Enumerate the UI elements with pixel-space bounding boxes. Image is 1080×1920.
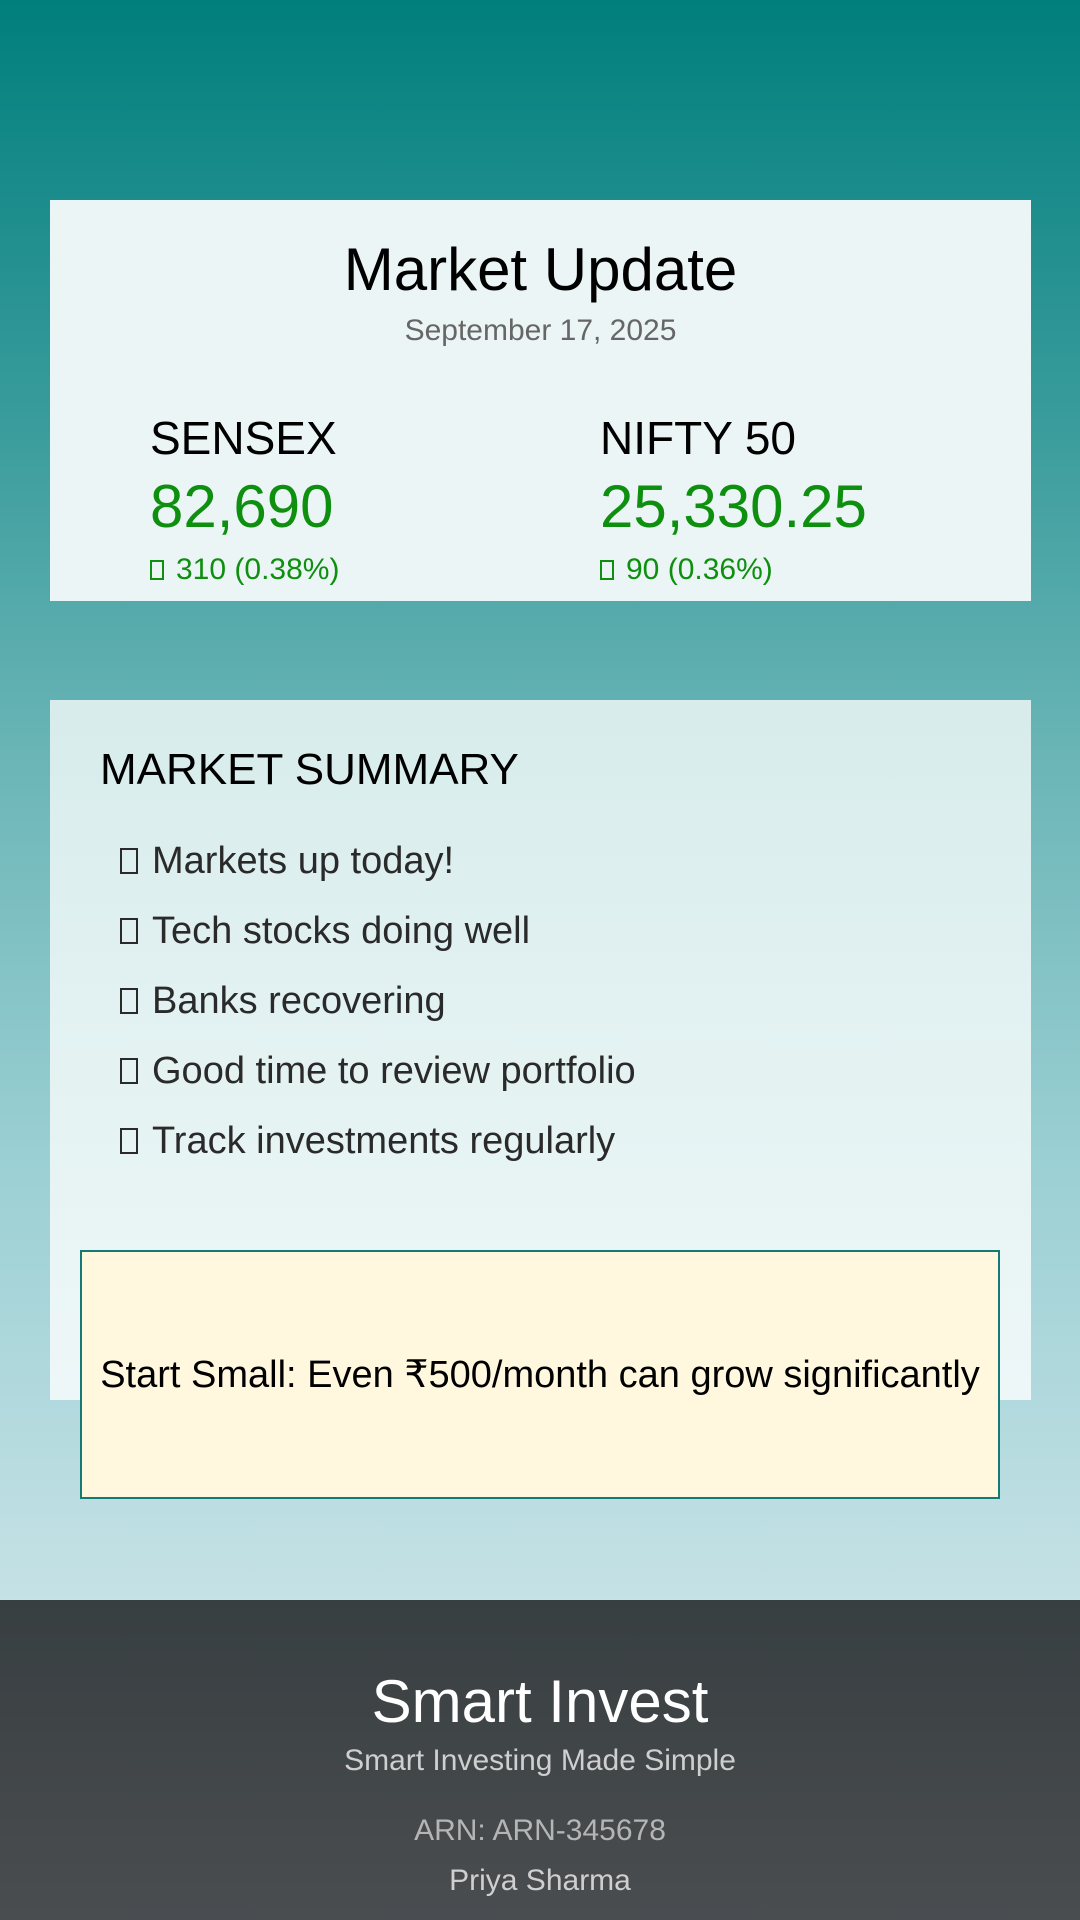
list-item-text: Good time to review portfolio	[152, 1049, 636, 1092]
list-item: Good time to review portfolio	[120, 1036, 636, 1106]
tip-text: Start Small: Even ₹500/month can grow si…	[100, 1354, 980, 1396]
list-item-text: Track investments regularly	[152, 1119, 616, 1162]
index-change-text: 90 (0.36%)	[626, 553, 773, 586]
index-change: 90 (0.36%)	[600, 555, 867, 585]
bullet-icon	[120, 1058, 138, 1084]
bullet-icon	[120, 918, 138, 944]
index-value: 82,690	[150, 473, 334, 540]
market-update-card: Market Update September 17, 2025 SENSEX …	[50, 200, 1031, 601]
index-value: 25,330.25	[600, 473, 867, 540]
summary-list: Markets up today! Tech stocks doing well…	[120, 826, 636, 1176]
list-item-text: Tech stocks doing well	[152, 909, 531, 952]
summary-heading: MARKET SUMMARY	[100, 745, 519, 794]
bullet-icon	[120, 1128, 138, 1154]
list-item: Banks recovering	[120, 966, 636, 1036]
bullet-icon	[120, 848, 138, 874]
list-item: Track investments regularly	[120, 1106, 636, 1176]
index-change-text: 310 (0.38%)	[176, 553, 340, 586]
up-arrow-icon	[600, 560, 614, 580]
brand-name: Smart Invest	[371, 1668, 709, 1735]
index-sensex: SENSEX 82,690 310 (0.38%)	[150, 415, 339, 585]
market-update-title: Market Update	[343, 236, 738, 303]
list-item: Tech stocks doing well	[120, 896, 636, 966]
index-change: 310 (0.38%)	[150, 555, 339, 585]
arn-number: ARN: ARN-345678	[414, 1814, 666, 1847]
advisor-name: Priya Sharma	[449, 1864, 631, 1897]
tip-box: Start Small: Even ₹500/month can grow si…	[80, 1250, 1000, 1499]
footer: Smart Invest Smart Investing Made Simple…	[0, 1600, 1080, 1920]
index-name: NIFTY 50	[600, 412, 796, 464]
list-item-text: Markets up today!	[152, 839, 455, 882]
brand-tagline: Smart Investing Made Simple	[344, 1744, 736, 1777]
up-arrow-icon	[150, 560, 164, 580]
list-item-text: Banks recovering	[152, 979, 446, 1022]
bullet-icon	[120, 988, 138, 1014]
list-item: Markets up today!	[120, 826, 636, 896]
market-date: September 17, 2025	[404, 314, 677, 347]
index-name: SENSEX	[150, 412, 337, 464]
index-nifty-50: NIFTY 50 25,330.25 90 (0.36%)	[600, 415, 867, 585]
